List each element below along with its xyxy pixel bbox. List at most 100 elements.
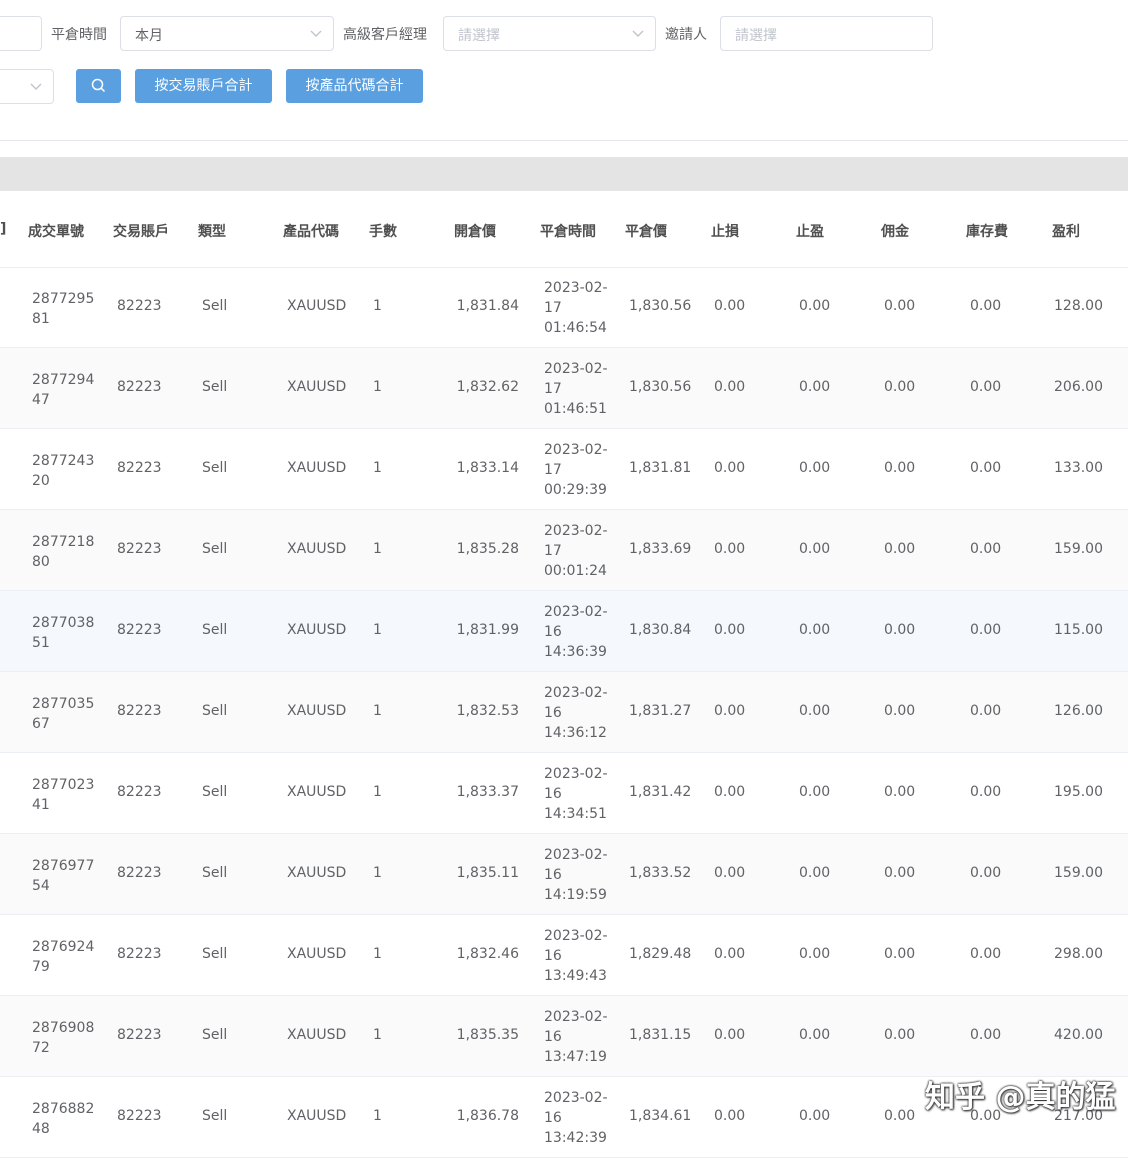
lots-cell: 1 <box>373 865 382 881</box>
take-profit-cell: 0.00 <box>799 622 831 638</box>
table-row[interactable]: 2876924 79 82223 Sell XAUUSD 1 1,832.46 2… <box>0 915 1128 996</box>
commission-cell: 0.00 <box>884 379 916 395</box>
table-toolbar-bar <box>0 157 1128 191</box>
take-profit-cell: 0.00 <box>799 1027 831 1043</box>
chevron-down-icon <box>310 30 322 37</box>
symbol-cell: XAUUSD <box>287 1027 347 1043</box>
commission-cell: 0.00 <box>884 865 916 881</box>
sum-by-account-button[interactable]: 按交易賬戶合計 <box>135 69 272 103</box>
close-time-value: 本月 <box>135 28 163 44</box>
symbol-cell: XAUUSD <box>287 703 347 719</box>
lots-cell: 1 <box>373 379 382 395</box>
type-cell: Sell <box>202 1027 228 1043</box>
table-row[interactable]: 2876908 72 82223 Sell XAUUSD 1 1,835.35 2… <box>0 996 1128 1077</box>
table-row[interactable]: 2877243 20 82223 Sell XAUUSD 1 1,833.14 2… <box>0 429 1128 510</box>
swap-cell: 0.00 <box>970 703 1002 719</box>
take-profit-cell: 0.00 <box>799 298 831 314</box>
stop-loss-cell: 0.00 <box>714 703 746 719</box>
swap-cell: 0.00 <box>970 1027 1002 1043</box>
order-no-cell: 2876882 48 <box>32 1101 95 1137</box>
inviter-placeholder: 請選擇 <box>735 28 777 44</box>
close-price-cell: 1,831.42 <box>629 784 692 800</box>
inviter-input[interactable]: 請選擇 <box>720 16 933 51</box>
lots-cell: 1 <box>373 1108 382 1124</box>
commission-cell: 0.00 <box>884 460 916 476</box>
account-cell: 82223 <box>117 703 162 719</box>
table-row[interactable]: 2877218 80 82223 Sell XAUUSD 1 1,835.28 2… <box>0 510 1128 591</box>
header-commission: 佣金 <box>881 224 909 240</box>
close-time-select[interactable]: 本月 <box>120 16 334 51</box>
order-no-cell: 2876977 54 <box>32 858 95 894</box>
senior-manager-select[interactable]: 請選擇 <box>443 16 656 51</box>
take-profit-cell: 0.00 <box>799 460 831 476</box>
header-open-price: 開倉價 <box>454 224 496 240</box>
commission-cell: 0.00 <box>884 784 916 800</box>
profit-cell: 298.00 <box>1054 946 1103 962</box>
lots-cell: 1 <box>373 703 382 719</box>
take-profit-cell: 0.00 <box>799 946 831 962</box>
commission-cell: 0.00 <box>884 622 916 638</box>
swap-cell: 0.00 <box>970 946 1002 962</box>
commission-cell: 0.00 <box>884 703 916 719</box>
type-cell: Sell <box>202 379 228 395</box>
swap-cell: 0.00 <box>970 622 1002 638</box>
table-row[interactable]: 2877294 47 82223 Sell XAUUSD 1 1,832.62 2… <box>0 348 1128 429</box>
header-swap: 庫存費 <box>966 224 1008 240</box>
close-time-cell: 2023-02- 17 01:46:51 <box>544 361 608 417</box>
senior-manager-placeholder: 請選擇 <box>458 28 500 44</box>
close-price-cell: 1,833.52 <box>629 865 692 881</box>
take-profit-cell: 0.00 <box>799 1108 831 1124</box>
stop-loss-cell: 0.00 <box>714 379 746 395</box>
table-row[interactable]: 2877038 51 82223 Sell XAUUSD 1 1,831.99 2… <box>0 591 1128 672</box>
close-time-cell: 2023-02- 17 00:29:39 <box>544 442 608 498</box>
take-profit-cell: 0.00 <box>799 541 831 557</box>
search-button[interactable] <box>76 69 121 103</box>
partial-select-left[interactable] <box>0 69 54 104</box>
close-time-cell: 2023-02- 16 13:42:39 <box>544 1090 608 1146</box>
header-type: 類型 <box>198 224 226 240</box>
sum-by-product-button[interactable]: 按產品代碼合計 <box>286 69 423 103</box>
account-cell: 82223 <box>117 541 162 557</box>
order-no-cell: 2877038 51 <box>32 615 95 651</box>
symbol-cell: XAUUSD <box>287 541 347 557</box>
account-cell: 82223 <box>117 460 162 476</box>
table-row[interactable]: 2877295 81 82223 Sell XAUUSD 1 1,831.84 2… <box>0 267 1128 348</box>
order-no-cell: 2877295 81 <box>32 291 95 327</box>
open-price-cell: 1,831.99 <box>456 622 519 638</box>
swap-cell: 0.00 <box>970 379 1002 395</box>
order-no-cell: 2876924 79 <box>32 939 95 975</box>
close-time-cell: 2023-02- 16 14:36:12 <box>544 685 608 741</box>
close-time-cell: 2023-02- 16 14:36:39 <box>544 604 608 660</box>
header-take-profit: 止盈 <box>796 224 824 240</box>
open-price-cell: 1,832.62 <box>456 379 519 395</box>
type-cell: Sell <box>202 460 228 476</box>
partial-input-left[interactable] <box>0 16 42 51</box>
profit-cell: 126.00 <box>1054 703 1103 719</box>
commission-cell: 0.00 <box>884 1027 916 1043</box>
table-row[interactable]: 2877035 67 82223 Sell XAUUSD 1 1,832.53 2… <box>0 672 1128 753</box>
symbol-cell: XAUUSD <box>287 1108 347 1124</box>
inviter-label: 邀請人 <box>665 27 707 43</box>
account-cell: 82223 <box>117 865 162 881</box>
close-price-cell: 1,830.56 <box>629 379 692 395</box>
lots-cell: 1 <box>373 541 382 557</box>
open-price-cell: 1,833.14 <box>456 460 519 476</box>
close-price-cell: 1,831.81 <box>629 460 692 476</box>
table-row[interactable]: 2877023 41 82223 Sell XAUUSD 1 1,833.37 2… <box>0 753 1128 834</box>
close-time-label: 平倉時間 <box>51 27 107 43</box>
header-account: 交易賬戶 <box>113 224 169 240</box>
stop-loss-cell: 0.00 <box>714 460 746 476</box>
senior-manager-label: 高級客戶經理 <box>343 27 427 43</box>
table-row[interactable]: 2876977 54 82223 Sell XAUUSD 1 1,835.11 2… <box>0 834 1128 915</box>
close-price-cell: 1,831.27 <box>629 703 692 719</box>
table-header: ] 成交單號 交易賬戶 類型 產品代碼 手數 開倉價 平倉時間 平倉價 止損 止… <box>0 192 1128 268</box>
type-cell: Sell <box>202 1108 228 1124</box>
symbol-cell: XAUUSD <box>287 622 347 638</box>
profit-cell: 115.00 <box>1054 622 1103 638</box>
account-cell: 82223 <box>117 298 162 314</box>
type-cell: Sell <box>202 622 228 638</box>
stop-loss-cell: 0.00 <box>714 541 746 557</box>
stop-loss-cell: 0.00 <box>714 1108 746 1124</box>
swap-cell: 0.00 <box>970 298 1002 314</box>
account-cell: 82223 <box>117 1027 162 1043</box>
